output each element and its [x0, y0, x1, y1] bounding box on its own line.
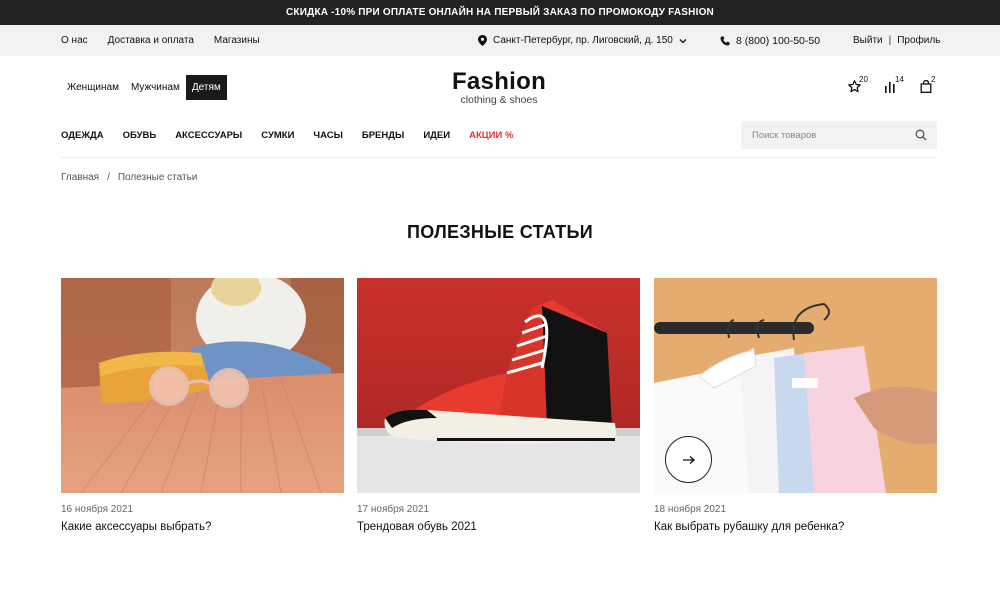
search-icon[interactable] — [915, 129, 927, 141]
article-title[interactable]: Трендовая обувь 2021 — [357, 521, 640, 533]
top-bar: О нас Доставка и оплата Магазины Санкт-П… — [0, 25, 1000, 56]
cart-button[interactable]: 2 — [920, 75, 936, 96]
promo-banner: СКИДКА -10% ПРИ ОПЛАТЕ ОНЛАЙН НА ПЕРВЫЙ … — [0, 0, 1000, 25]
logout-link[interactable]: Выйти — [853, 35, 883, 46]
main-nav: ОДЕЖДА ОБУВЬ АКСЕССУАРЫ СУМКИ ЧАСЫ БРЕНД… — [61, 121, 513, 149]
shirts-photo[interactable] — [654, 278, 937, 493]
promo-text: СКИДКА -10% ПРИ ОПЛАТЕ ОНЛАЙН НА ПЕРВЫЙ … — [286, 7, 714, 18]
logo-name: Fashion — [451, 68, 547, 95]
nav-clothing[interactable]: ОДЕЖДА — [61, 130, 104, 141]
article-title[interactable]: Какие аксессуары выбрать? — [61, 521, 344, 533]
article-date: 18 ноября 2021 — [654, 504, 727, 515]
article-title[interactable]: Как выбрать рубашку для ребенка? — [654, 521, 937, 533]
delivery-link[interactable]: Доставка и оплата — [108, 35, 194, 46]
cart-count: 2 — [931, 75, 936, 84]
compare-count: 14 — [895, 75, 904, 84]
article-date: 16 ноября 2021 — [61, 504, 134, 515]
search-input[interactable] — [741, 121, 901, 149]
phone-icon — [720, 36, 730, 46]
top-links: О нас Доставка и оплата Магазины — [61, 25, 260, 56]
location-selector[interactable]: Санкт-Петербург, пр. Лиговский, д. 150 — [478, 25, 687, 56]
compare-button[interactable]: 14 — [884, 75, 904, 96]
nav-shoes[interactable]: ОБУВЬ — [123, 130, 157, 141]
phone-link[interactable]: 8 (800) 100-50-50 — [720, 25, 820, 56]
sunglasses-photo[interactable] — [61, 278, 344, 493]
article-date: 17 ноября 2021 — [357, 504, 430, 515]
location-pin-icon — [478, 35, 487, 46]
gender-men[interactable]: Мужчинам — [125, 75, 186, 100]
breadcrumb-separator: / — [107, 172, 110, 183]
nav-accessories[interactable]: АКСЕССУАРЫ — [175, 130, 242, 141]
arrow-right-icon — [682, 455, 695, 464]
chevron-down-icon — [679, 38, 687, 43]
favorites-count: 20 — [859, 75, 868, 84]
favorites-button[interactable]: 20 — [848, 75, 868, 96]
header-divider — [61, 157, 937, 158]
nav-bags[interactable]: СУМКИ — [261, 130, 294, 141]
logo-tagline: clothing & shoes — [460, 94, 538, 106]
nav-watches[interactable]: ЧАСЫ — [313, 130, 342, 141]
nav-ideas[interactable]: ИДЕИ — [423, 130, 450, 141]
breadcrumb-home[interactable]: Главная — [61, 172, 99, 183]
page-title: ПОЛЕЗНЫЕ СТАТЬИ — [407, 222, 593, 242]
gender-kids[interactable]: Детям — [185, 75, 227, 100]
next-arrow-button[interactable] — [665, 436, 712, 483]
profile-link[interactable]: Профиль — [897, 35, 940, 46]
article-card[interactable]: 16 ноября 2021 Какие аксессуары выбрать? — [61, 278, 344, 533]
site-logo[interactable]: Fashion clothing & shoes — [440, 68, 558, 106]
article-card[interactable]: 17 ноября 2021 Трендовая обувь 2021 — [357, 278, 640, 533]
stores-link[interactable]: Магазины — [214, 35, 260, 46]
user-icons: 20 14 2 — [848, 75, 936, 96]
sneaker-photo[interactable] — [357, 278, 640, 493]
gender-women[interactable]: Женщинам — [61, 75, 125, 100]
auth-links: Выйти | Профиль — [853, 25, 940, 56]
about-link[interactable]: О нас — [61, 35, 88, 46]
article-card[interactable]: 18 ноября 2021 Как выбрать рубашку для р… — [654, 278, 937, 533]
location-text: Санкт-Петербург, пр. Лиговский, д. 150 — [493, 35, 673, 46]
gender-switch: Женщинам Мужчинам Детям — [61, 75, 227, 100]
breadcrumb: Главная / Полезные статьи — [61, 172, 197, 183]
search-box — [741, 121, 937, 149]
phone-number: 8 (800) 100-50-50 — [736, 34, 821, 47]
breadcrumb-current: Полезные статьи — [117, 172, 198, 183]
nav-sale[interactable]: АКЦИИ % — [469, 130, 513, 141]
auth-separator: | — [888, 35, 892, 46]
nav-brands[interactable]: БРЕНДЫ — [362, 130, 404, 141]
